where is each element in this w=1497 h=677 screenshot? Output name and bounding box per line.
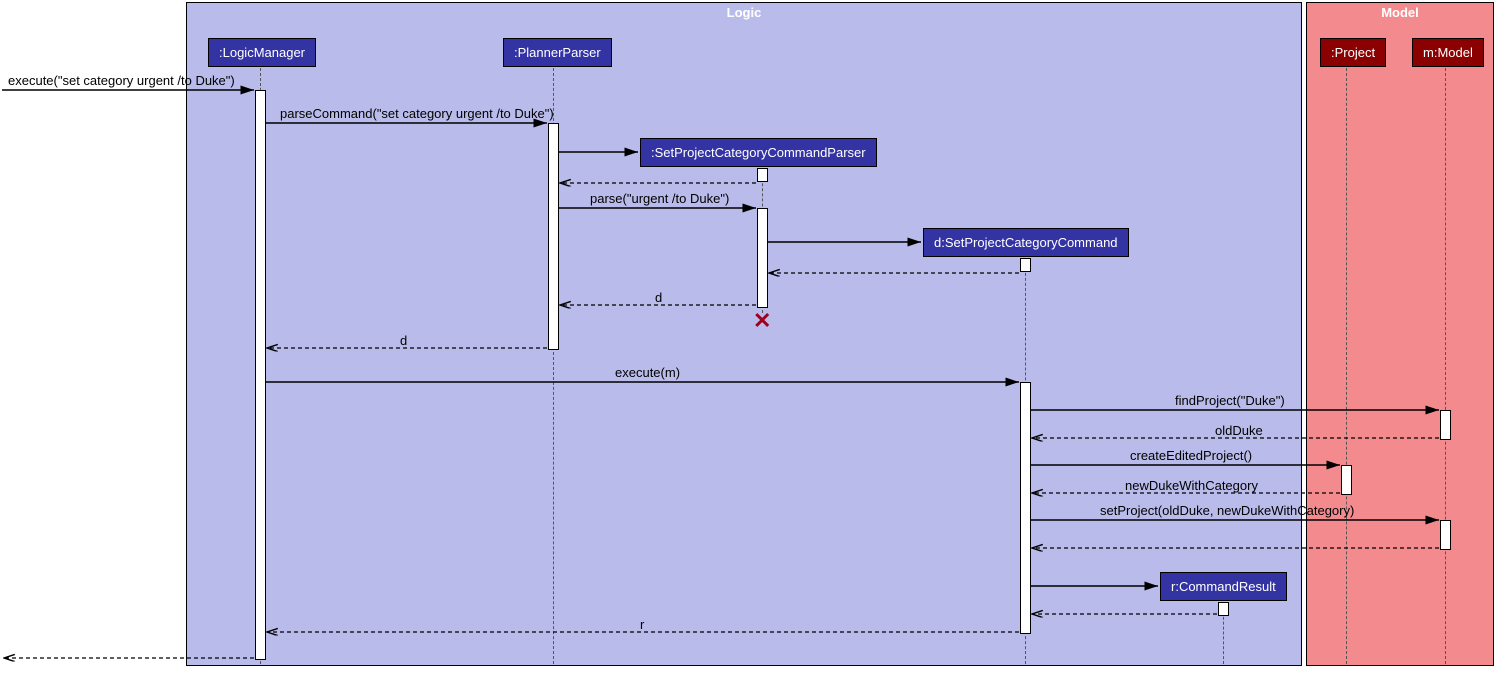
logic-frame-label: Logic <box>187 3 1301 22</box>
activation-set-parser-2 <box>757 208 768 308</box>
participant-project: :Project <box>1320 38 1386 67</box>
activation-model-1 <box>1440 410 1451 440</box>
activation-planner-parser <box>548 123 559 350</box>
activation-model-2 <box>1440 520 1451 550</box>
msg-set-project: setProject(oldDuke, newDukeWithCategory) <box>1100 503 1354 518</box>
msg-ret-r: r <box>640 617 644 632</box>
msg-parse: parse("urgent /to Duke") <box>590 191 729 206</box>
msg-create-edited: createEditedProject() <box>1130 448 1252 463</box>
activation-set-parser-1 <box>757 168 768 182</box>
lifeline-project <box>1346 68 1347 664</box>
msg-execute-m: execute(m) <box>615 365 680 380</box>
model-frame-label: Model <box>1307 3 1493 22</box>
participant-command-result: r:CommandResult <box>1160 572 1287 601</box>
participant-set-parser: :SetProjectCategoryCommandParser <box>640 138 877 167</box>
participant-planner-parser: :PlannerParser <box>503 38 612 67</box>
activation-command-result <box>1218 602 1229 616</box>
destroy-icon: ✕ <box>753 308 771 334</box>
logic-frame: Logic <box>186 2 1302 666</box>
lifeline-model <box>1445 68 1446 664</box>
msg-ret-d2: d <box>400 333 407 348</box>
msg-find-project: findProject("Duke") <box>1175 393 1285 408</box>
msg-execute: execute("set category urgent /to Duke") <box>8 73 235 88</box>
activation-set-command-1 <box>1020 258 1031 272</box>
msg-old-duke: oldDuke <box>1215 423 1263 438</box>
model-frame: Model <box>1306 2 1494 666</box>
participant-model: m:Model <box>1412 38 1484 67</box>
msg-parse-command: parseCommand("set category urgent /to Du… <box>280 106 554 121</box>
msg-new-duke: newDukeWithCategory <box>1125 478 1258 493</box>
msg-ret-d1: d <box>655 290 662 305</box>
activation-logic-manager <box>255 90 266 660</box>
participant-set-command: d:SetProjectCategoryCommand <box>923 228 1129 257</box>
activation-set-command-2 <box>1020 382 1031 634</box>
activation-project <box>1341 465 1352 495</box>
participant-logic-manager: :LogicManager <box>208 38 316 67</box>
